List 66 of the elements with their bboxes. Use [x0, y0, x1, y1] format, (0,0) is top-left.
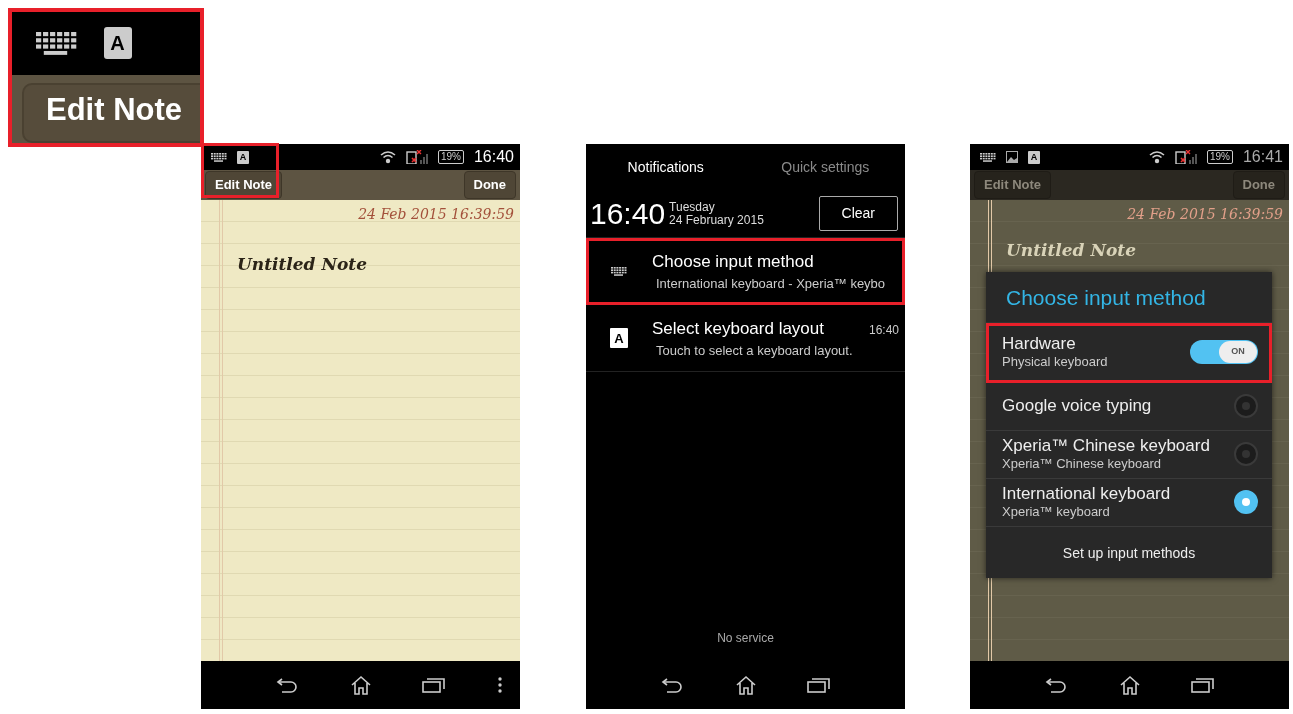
image-icon [1006, 151, 1018, 163]
notification-text: Touch to select a keyboard layout. [655, 342, 854, 360]
done-button[interactable]: Done [463, 171, 516, 199]
home-icon[interactable] [349, 675, 372, 695]
home-icon[interactable] [734, 675, 757, 695]
tab[interactable]: Quick settings [745, 155, 905, 179]
recent-apps-icon[interactable] [806, 677, 831, 693]
keyboard-icon [36, 31, 78, 55]
carrier-status: No service [716, 630, 775, 647]
sim-card-error-icon [1174, 150, 1197, 164]
option-title: Xperia™ Chinese keyboard [1002, 436, 1210, 456]
home-icon[interactable] [1118, 675, 1141, 695]
keyboard-layout-icon: A [610, 328, 628, 348]
keyboard-icon [980, 152, 996, 162]
notification-title: Choose input method [652, 250, 814, 273]
recent-apps-icon[interactable] [421, 677, 446, 693]
toggle-switch[interactable]: ON [1190, 340, 1258, 364]
note-title: Untitled Note [237, 253, 367, 276]
notification-text: International keyboard - Xperia™ keybo [655, 275, 887, 293]
note-title: Untitled Note [1006, 239, 1136, 262]
radio-button[interactable] [1234, 394, 1258, 418]
input-method-option[interactable]: Google voice typing [986, 382, 1272, 431]
recent-apps-icon[interactable] [1190, 677, 1215, 693]
radio-button[interactable] [1234, 490, 1258, 514]
done-button[interactable]: Done [1232, 171, 1285, 199]
battery-indicator: 19% [1206, 150, 1233, 164]
keyboard-icon [611, 266, 627, 276]
status-time: 16:40 [473, 147, 514, 167]
back-icon[interactable] [660, 677, 685, 693]
notification[interactable]: Choose input method International keyboard - Xperia™ keybo [586, 238, 905, 305]
back-icon[interactable] [275, 677, 300, 693]
setup-button[interactable]: Set up input methods [986, 526, 1272, 578]
wifi-icon [379, 150, 396, 164]
back-icon[interactable] [1044, 677, 1069, 693]
clear-button[interactable]: Clear [818, 196, 898, 231]
battery-indicator: 19% [437, 150, 464, 164]
status-time: 16:41 [1242, 147, 1283, 167]
wifi-icon [1148, 150, 1165, 164]
date: 24 February 2015 [669, 213, 764, 227]
input-method-option[interactable]: Xperia™ Chinese keyboard Xperia™ Chinese keyboard [986, 430, 1272, 479]
radio-button[interactable] [1234, 442, 1258, 466]
menu-icon[interactable] [498, 677, 502, 693]
dialog-title: Choose input method [986, 272, 1272, 323]
input-method-option[interactable]: International keyboard Xperia™ keyboard [986, 478, 1272, 527]
keyboard-layout-icon: A [103, 27, 132, 60]
note-timestamp: 24 Feb 2015 16:39:59 [1127, 205, 1283, 224]
keyboard-layout-icon: A [1028, 150, 1040, 164]
notification-title: Select keyboard layout [652, 317, 824, 340]
edit-note-button[interactable]: Edit Note [22, 82, 200, 143]
clock: 16:40 [590, 196, 666, 232]
note-timestamp: 24 Feb 2015 16:39:59 [358, 205, 514, 224]
option-subtitle: Physical keyboard [1002, 354, 1108, 370]
keyboard-layout-icon: A [237, 150, 249, 164]
option-subtitle: Xperia™ keyboard [1002, 504, 1111, 520]
option-subtitle: Xperia™ Chinese keyboard [1002, 456, 1162, 472]
option-title: Hardware [1002, 334, 1077, 354]
keyboard-icon [211, 152, 227, 162]
weekday: Tuesday [669, 200, 715, 214]
notification[interactable]: A Select keyboard layout 16:40 Touch to select a keyboard layout. [586, 305, 905, 372]
option-title: International keyboard [1002, 484, 1171, 504]
input-method-option[interactable]: Hardware Physical keyboard ON [986, 322, 1272, 383]
tab[interactable]: Notifications [586, 155, 746, 179]
edit-note-button[interactable]: Edit Note [974, 171, 1052, 199]
option-title: Google voice typing [1002, 396, 1152, 416]
sim-card-error-icon [405, 150, 428, 164]
notification-time: 16:40 [868, 321, 900, 339]
